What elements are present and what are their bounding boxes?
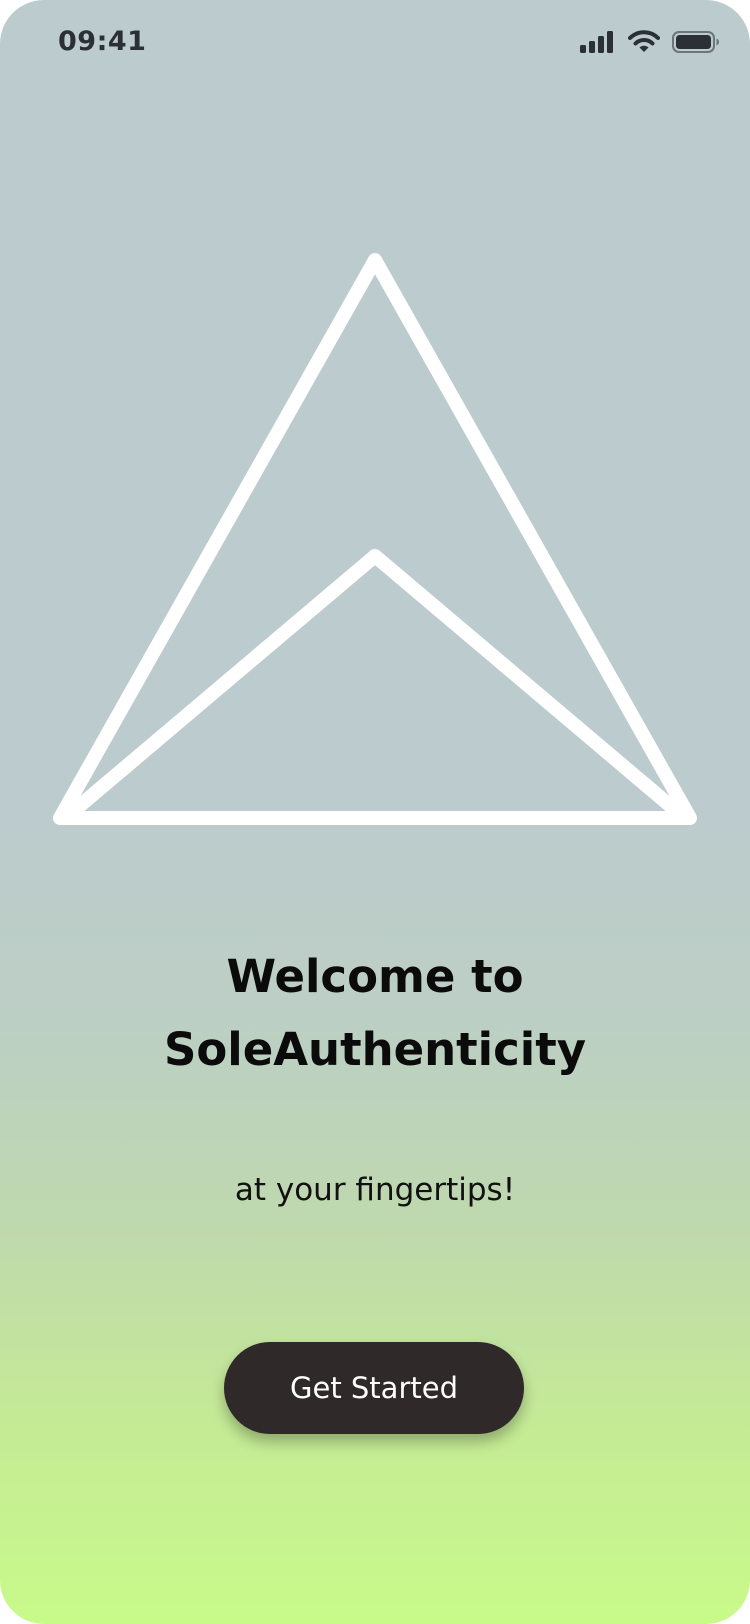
battery-icon [672,30,720,54]
get-started-button[interactable]: Get Started [224,1342,524,1434]
status-time: 09:41 [58,26,147,57]
welcome-title-line1: Welcome to [226,950,524,1003]
wifi-icon [628,30,660,54]
welcome-screen: 09:41 Welcome to SoleAuthenticity at you… [0,0,750,1624]
welcome-title: Welcome to SoleAuthenticity [0,940,750,1086]
status-bar: 09:41 [0,0,750,90]
triangle-logo-icon [0,240,750,840]
tagline: at your fingertips! [234,1172,516,1208]
cellular-signal-icon [580,30,616,54]
status-icons [580,30,720,54]
welcome-title-line2: SoleAuthenticity [163,1023,587,1076]
